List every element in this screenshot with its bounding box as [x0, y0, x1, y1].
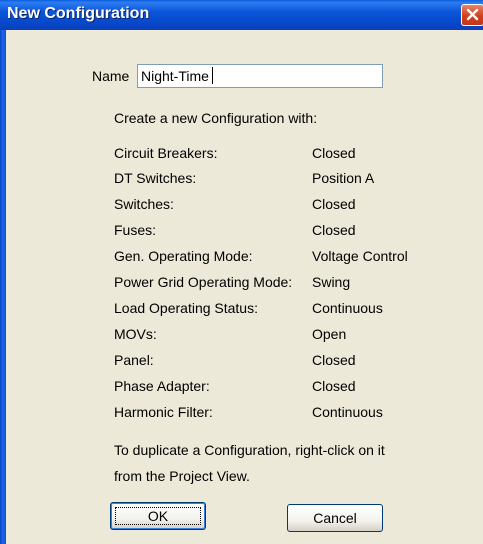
dialog-title: New Configuration [7, 5, 150, 22]
new-configuration-dialog: New Configuration Name Create a new Conf… [0, 0, 483, 544]
setting-label-movs: MOVs: [114, 326, 157, 342]
setting-label-load-operating-status: Load Operating Status: [114, 300, 258, 316]
setting-value-harmonic-filter: Continuous [312, 404, 383, 420]
window-border [0, 30, 6, 544]
setting-value-load-operating-status: Continuous [312, 300, 383, 316]
close-button[interactable] [461, 4, 483, 26]
setting-value-fuses: Closed [312, 222, 356, 238]
name-label: Name [92, 68, 130, 84]
setting-value-switches: Closed [312, 196, 356, 212]
setting-value-dt-switches: Position A [312, 170, 375, 186]
setting-label-dt-switches: DT Switches: [114, 170, 197, 186]
setting-label-power-grid-operating-mode: Power Grid Operating Mode: [114, 274, 293, 290]
setting-label-circuit-breakers: Circuit Breakers: [114, 145, 218, 161]
setting-value-movs: Open [312, 326, 347, 342]
setting-label-phase-adapter: Phase Adapter: [114, 378, 210, 394]
name-input[interactable] [137, 64, 383, 88]
text-caret [212, 67, 213, 84]
ok-button[interactable]: OK [110, 502, 206, 530]
title-bar[interactable]: New Configuration [0, 0, 483, 30]
setting-value-panel: Closed [312, 352, 356, 368]
hint-text-line-2: from the Project View. [114, 468, 250, 484]
setting-value-circuit-breakers: Closed [312, 145, 356, 161]
setting-value-gen-operating-mode: Voltage Control [312, 248, 408, 264]
focus-rectangle [115, 507, 201, 525]
setting-label-gen-operating-mode: Gen. Operating Mode: [114, 248, 253, 264]
intro-text: Create a new Configuration with: [114, 110, 318, 126]
setting-value-phase-adapter: Closed [312, 378, 356, 394]
cancel-button[interactable]: Cancel [287, 504, 383, 532]
setting-label-panel: Panel: [114, 352, 154, 368]
setting-label-fuses: Fuses: [114, 222, 157, 238]
cancel-button-label: Cancel [313, 510, 357, 526]
setting-label-harmonic-filter: Harmonic Filter: [114, 404, 213, 420]
setting-label-switches: Switches: [114, 196, 174, 212]
hint-text-line-1: To duplicate a Configuration, right-clic… [114, 442, 385, 458]
close-icon [466, 8, 479, 21]
setting-value-power-grid-operating-mode: Swing [312, 274, 351, 290]
